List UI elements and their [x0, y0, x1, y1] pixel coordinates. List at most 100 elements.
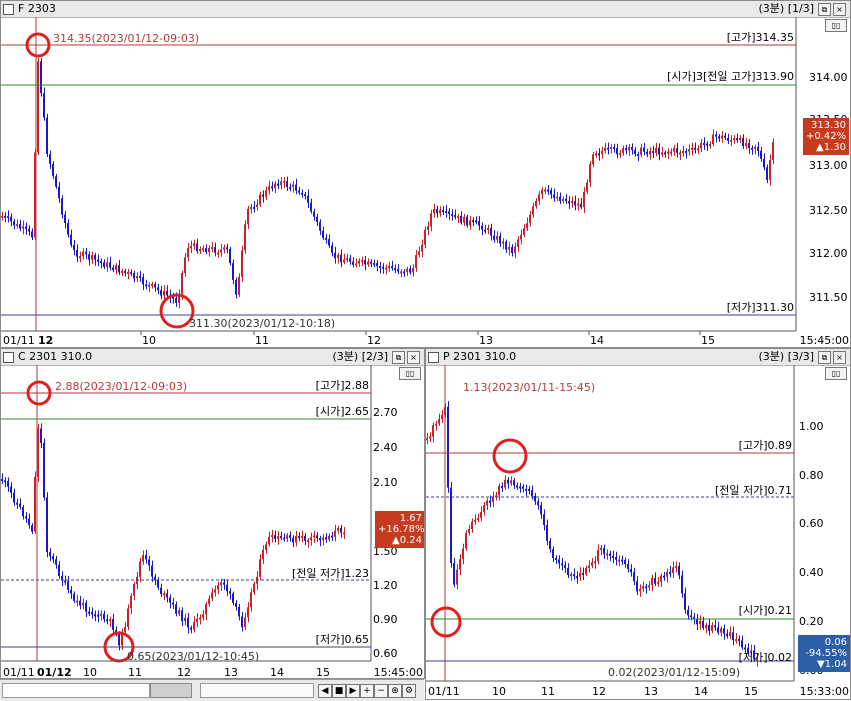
chart-pane-call[interactable]: C 2301 310.0 (3분) [2/3] ⧉ × ▯▯ 2.88(2023…	[0, 348, 425, 679]
candle-body	[205, 604, 207, 615]
candle-body	[301, 192, 303, 195]
candle-body	[247, 607, 249, 618]
zoom-slider[interactable]	[200, 683, 314, 698]
candle-body	[139, 561, 141, 577]
candle-body	[286, 180, 288, 187]
candle-body	[133, 584, 135, 596]
candle-body	[685, 151, 687, 154]
candle-body	[334, 530, 336, 537]
prev-icon[interactable]: ◀	[318, 684, 332, 698]
candle-body	[91, 611, 93, 615]
chart-pane-put[interactable]: P 2301 310.0 (3분) [3/3] ⧉ × ▯▯ 1.13(2023…	[425, 348, 851, 700]
candle-body	[7, 215, 9, 218]
candle-body	[484, 229, 486, 232]
candlestick-chart[interactable]: 1.13(2023/01/11-15:45) 0.02(2023/01/12-1…	[426, 349, 851, 700]
candle-body	[202, 248, 204, 251]
next-icon[interactable]: ▶	[346, 684, 360, 698]
chart-pane-futures[interactable]: F 2303 (3분) [1/3] ⧉ × ▯▯ 314.35(2023/01/…	[0, 0, 851, 348]
candle-body	[187, 617, 189, 628]
candle-body	[211, 592, 213, 599]
candle-body	[486, 500, 488, 506]
zoom-out-icon[interactable]: −	[374, 684, 388, 698]
candle-body	[295, 536, 297, 543]
candle-body	[453, 562, 455, 585]
x-axis-labels: 01/11 12 10 11 12 13 14 15	[3, 334, 715, 347]
y-label: 0.20	[799, 615, 824, 628]
candle-body	[516, 485, 518, 488]
candle-body	[412, 267, 414, 273]
prev-low-tag: [전일 저가]1.23	[292, 566, 369, 580]
candle-body	[562, 198, 564, 202]
scroll-track[interactable]	[2, 683, 150, 698]
candle-body	[46, 497, 48, 553]
candle-body	[688, 149, 690, 152]
candle-body	[717, 627, 719, 633]
candle-body	[579, 572, 581, 577]
candle-body	[619, 153, 621, 156]
candle-body	[145, 284, 147, 287]
candle-body	[310, 537, 312, 541]
candle-body	[262, 194, 264, 197]
candle-body	[666, 571, 668, 577]
candle-body	[166, 290, 168, 296]
candle-body	[181, 610, 183, 622]
candle-body	[648, 585, 650, 588]
candle-body	[217, 252, 219, 255]
candle-body	[70, 589, 72, 594]
candle-body	[564, 565, 566, 568]
candle-body	[382, 266, 384, 269]
candle-body	[280, 536, 282, 539]
candle-body	[43, 93, 45, 118]
candle-body	[511, 247, 513, 254]
candle-body	[667, 151, 669, 154]
candle-body	[241, 616, 243, 628]
candle-body	[250, 592, 252, 608]
zoom-fit-icon[interactable]: ⊕	[388, 684, 402, 698]
candle-body	[691, 147, 693, 150]
candle-body	[552, 549, 554, 558]
candle-body	[675, 565, 677, 568]
candle-body	[52, 556, 54, 560]
candle-body	[274, 535, 276, 540]
candle-body	[283, 537, 285, 540]
candle-body	[103, 613, 105, 620]
y-label: 312.00	[809, 247, 848, 260]
candle-body	[738, 639, 740, 642]
candle-body	[556, 196, 558, 199]
candle-body	[388, 266, 390, 269]
candle-body	[268, 536, 270, 545]
candle-body	[190, 246, 192, 249]
candle-body	[184, 617, 186, 622]
candlestick-chart[interactable]: 2.88(2023/01/12-09:03) 0.65(2023/01/12-1…	[1, 349, 425, 679]
low-tag: [저가]0.02	[739, 651, 792, 664]
candle-body	[510, 480, 512, 484]
candle-body	[483, 505, 485, 513]
zoom-in-icon[interactable]: +	[360, 684, 374, 698]
x-label: 10	[492, 685, 506, 698]
candle-body	[238, 276, 240, 295]
candle-body	[766, 167, 768, 180]
candle-body	[40, 428, 42, 443]
candle-body	[447, 406, 449, 488]
candle-body	[507, 479, 509, 484]
candle-body	[376, 263, 378, 266]
tool-icon[interactable]: ⚙	[402, 684, 416, 698]
candle-body	[307, 195, 309, 203]
candle-body	[343, 532, 345, 535]
candle-body	[52, 163, 54, 177]
candle-body	[553, 194, 555, 199]
candle-body	[643, 147, 645, 152]
candlestick-chart[interactable]: 314.35(2023/01/12-09:03) 311.30(2023/01/…	[1, 1, 851, 348]
scroll-thumb[interactable]	[150, 683, 192, 698]
candle-body	[19, 503, 21, 508]
candle-body	[576, 576, 578, 579]
candle-body	[394, 268, 396, 271]
candle-body	[172, 602, 174, 605]
y-label: 2.10	[373, 476, 398, 489]
stop-icon[interactable]: ■	[332, 684, 346, 698]
candle-body	[439, 210, 441, 214]
candle-body	[627, 563, 629, 569]
x-label: 12	[38, 334, 53, 347]
candle-body	[438, 419, 440, 424]
chart-scroll-toolbar[interactable]: ◀ ■ ▶ + − ⊕ ⚙	[0, 679, 424, 701]
